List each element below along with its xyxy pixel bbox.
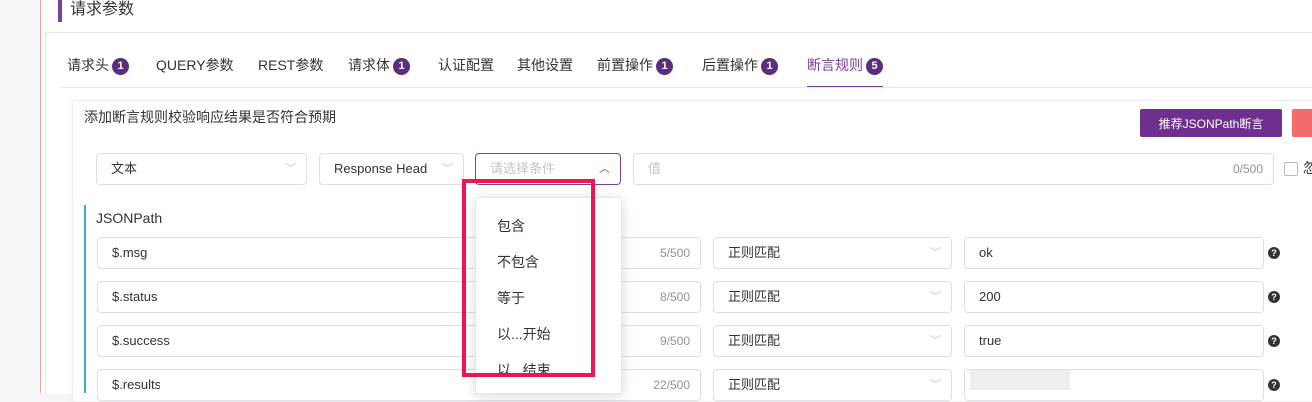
- count-badge: 1: [761, 58, 778, 75]
- chevron-down-icon: ﹀: [930, 291, 941, 303]
- expected-value-input[interactable]: 200: [964, 281, 1264, 313]
- tabs-divider: [60, 87, 1312, 88]
- select-value: 正则匹配: [728, 245, 781, 260]
- value-input[interactable]: 值 0/500: [633, 153, 1274, 185]
- chevron-down-icon: ﹀: [930, 379, 941, 391]
- select-value: 正则匹配: [728, 289, 781, 304]
- match-mode-select[interactable]: 正则匹配 ﹀: [713, 237, 952, 269]
- help-icon[interactable]: ?: [1268, 379, 1280, 391]
- checkbox-label: 忽: [1303, 160, 1312, 176]
- select-placeholder: 请选择条件: [490, 161, 556, 176]
- expected-value-input[interactable]: true: [964, 325, 1264, 357]
- select-value: Response Head: [334, 161, 428, 176]
- count-badge: 5: [866, 58, 883, 75]
- input-value: ok: [979, 245, 993, 260]
- tab-post-actions[interactable]: 后置操作 1: [702, 52, 778, 88]
- highlight-annotation: [462, 179, 595, 377]
- input-value: 200: [979, 289, 1001, 304]
- input-placeholder: 值: [648, 161, 662, 176]
- match-mode-select[interactable]: 正则匹配 ﹀: [713, 281, 952, 313]
- tab-assertions[interactable]: 断言规则 5: [807, 52, 883, 88]
- tab-auth[interactable]: 认证配置: [438, 52, 494, 88]
- count-badge: 1: [112, 58, 129, 75]
- match-mode-select[interactable]: 正则匹配 ﹀: [713, 325, 952, 357]
- match-mode-select[interactable]: 正则匹配 ﹀: [713, 369, 952, 401]
- chevron-down-icon: ﹀: [285, 163, 296, 175]
- char-counter: 5/500: [659, 246, 690, 260]
- select-value: 正则匹配: [728, 377, 781, 392]
- expected-value-input[interactable]: ok: [964, 237, 1264, 269]
- chevron-down-icon: ﹀: [930, 335, 941, 347]
- redacted-area: [160, 370, 285, 390]
- tab-label: 断言规则: [807, 57, 863, 73]
- tab-label: QUERY参数: [156, 57, 234, 73]
- tab-pre-actions[interactable]: 前置操作 1: [597, 52, 673, 88]
- input-value: true: [979, 333, 1002, 348]
- input-value: $.success: [112, 333, 170, 348]
- tab-label: 请求头: [67, 57, 109, 73]
- select-value: 文本: [111, 161, 138, 176]
- char-counter: 22/500: [653, 378, 690, 392]
- assert-type-select[interactable]: 文本 ﹀: [96, 153, 307, 185]
- input-value: $.status: [112, 289, 158, 304]
- tab-label: 前置操作: [597, 57, 653, 73]
- redacted-area: [970, 370, 1070, 390]
- help-icon[interactable]: ?: [1268, 335, 1280, 347]
- chevron-down-icon: ﹀: [442, 163, 453, 175]
- tab-headers[interactable]: 请求头 1: [67, 52, 129, 88]
- count-badge: 1: [656, 58, 673, 75]
- tab-query[interactable]: QUERY参数: [156, 52, 234, 88]
- char-counter: 8/500: [659, 290, 690, 304]
- recommend-jsonpath-button[interactable]: 推荐JSONPath断言: [1140, 109, 1282, 137]
- select-value: 正则匹配: [728, 333, 781, 348]
- tab-label: 请求体: [348, 57, 390, 73]
- input-value: $.results: [112, 377, 162, 392]
- assert-source-select[interactable]: Response Head ﹀: [319, 153, 464, 185]
- tab-body[interactable]: 请求体 1: [348, 52, 410, 88]
- input-value: $.msg: [112, 245, 148, 260]
- ignore-checkbox[interactable]: [1284, 162, 1298, 176]
- tab-rest[interactable]: REST参数: [258, 52, 323, 88]
- char-counter: 9/500: [659, 334, 690, 348]
- chevron-down-icon: ﹀: [930, 247, 941, 259]
- tab-label: 认证配置: [438, 57, 494, 73]
- assertion-description: 添加断言规则校验响应结果是否符合预期: [84, 109, 336, 125]
- jsonpath-group-bar: [84, 205, 86, 393]
- section-title: 请求参数: [58, 0, 134, 22]
- tab-label: 后置操作: [702, 57, 758, 73]
- count-badge: 1: [393, 58, 410, 75]
- tab-label: 其他设置: [517, 57, 573, 73]
- jsonpath-label: JSONPath: [96, 210, 163, 226]
- tab-label: REST参数: [258, 57, 324, 73]
- chevron-up-icon: ︿: [599, 163, 610, 175]
- add-rule-button[interactable]: [1292, 109, 1312, 137]
- help-icon[interactable]: ?: [1268, 247, 1280, 259]
- tab-other-settings[interactable]: 其他设置: [517, 52, 573, 88]
- help-icon[interactable]: ?: [1268, 291, 1280, 303]
- char-counter: 0/500: [1232, 162, 1263, 176]
